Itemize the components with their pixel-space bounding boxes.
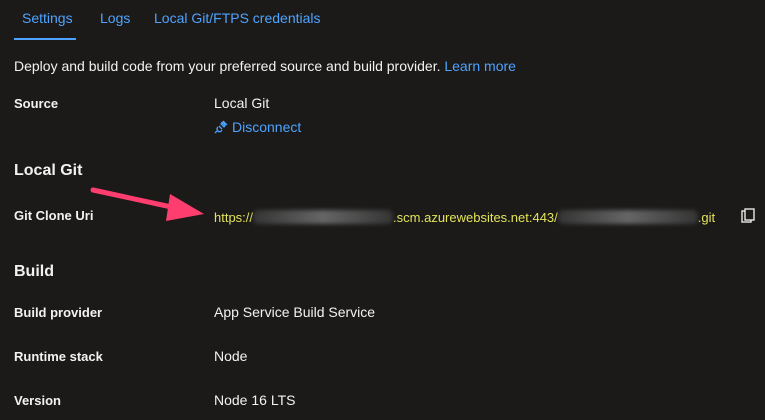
disconnect-button[interactable]: Disconnect <box>214 119 301 135</box>
tab-bar: Settings Logs Local Git/FTPS credentials <box>0 0 765 42</box>
build-heading: Build <box>14 263 54 280</box>
disconnect-label: Disconnect <box>232 119 302 135</box>
tab-settings[interactable]: Settings <box>22 10 73 26</box>
tab-logs[interactable]: Logs <box>100 10 130 26</box>
copy-icon[interactable] <box>740 208 756 226</box>
runtime-stack-value: Node <box>214 348 248 364</box>
build-provider-value: App Service Build Service <box>214 304 376 320</box>
description: Deploy and build code from your preferre… <box>14 58 516 74</box>
learn-more-link[interactable]: Learn more <box>444 58 516 74</box>
source-value: Local Git <box>214 95 270 111</box>
plug-icon <box>214 120 228 134</box>
uri-middle: .scm.azurewebsites.net:443/ <box>393 209 558 225</box>
runtime-stack-label: Runtime stack <box>14 349 103 364</box>
build-provider-label: Build provider <box>14 305 103 320</box>
git-clone-uri-label: Git Clone Uri <box>14 208 94 223</box>
local-git-heading: Local Git <box>14 162 83 179</box>
tab-local-git-ftps-credentials[interactable]: Local Git/FTPS credentials <box>154 10 321 26</box>
redacted-repo-name <box>557 210 698 224</box>
description-text: Deploy and build code from your preferre… <box>14 58 441 74</box>
uri-prefix: https:// <box>214 209 254 225</box>
active-tab-indicator <box>14 38 76 40</box>
version-label: Version <box>14 393 61 408</box>
uri-suffix: .git <box>697 209 716 225</box>
git-clone-uri-value: https:// .scm.azurewebsites.net:443/ .gi… <box>214 208 715 226</box>
redacted-app-name <box>253 210 394 224</box>
source-label: Source <box>14 96 59 111</box>
arrow-icon <box>90 187 204 221</box>
version-value: Node 16 LTS <box>214 392 296 408</box>
